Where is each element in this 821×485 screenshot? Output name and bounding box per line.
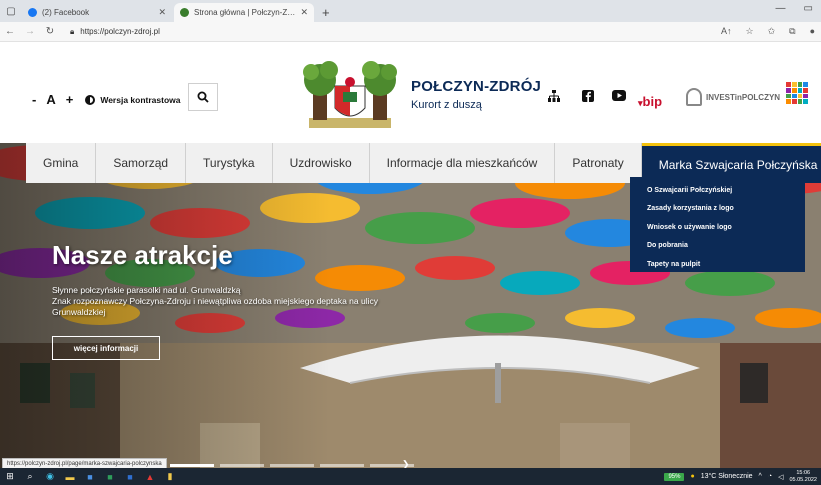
invest-link[interactable]: INVESTinPOLCZYN [686,88,780,106]
close-tab-icon[interactable]: ✕ [158,7,166,18]
windows-start-icon[interactable]: ⊞ [0,468,20,485]
lock-icon: 🔒︎ [70,26,75,36]
url-field[interactable]: 🔒︎ https://polczyn-zdroj.pl [70,27,160,37]
bip-label: bip [642,94,663,109]
browser-tab-facebook[interactable]: (2) Facebook ✕ [22,3,172,22]
invest-label: INVESTinPOLCZYN [706,92,781,102]
dropdown-item-tapety[interactable]: Tapety na pulpit [647,255,805,274]
coat-of-arms-logo[interactable] [299,58,401,132]
read-aloud-icon[interactable]: A↑ [721,26,732,37]
facebook-favicon-icon [28,8,37,17]
battery-indicator[interactable]: 95% [664,472,685,481]
font-increase-button[interactable]: + [66,92,74,107]
favorites-icon[interactable]: ✩ [768,26,776,37]
slider-dot[interactable] [220,464,264,467]
clock[interactable]: 15:06 05.05.2022 [789,470,817,484]
pdf-taskbar-icon[interactable]: ▲ [140,468,160,485]
favorite-star-icon[interactable]: ☆ [746,26,754,37]
sitemap-icon[interactable] [548,90,560,105]
nav-informacje[interactable]: Informacje dla mieszkańców [370,143,556,183]
slider-dot[interactable] [270,464,314,467]
dropdown-item-wniosek[interactable]: Wniosek o używanie logo [647,218,805,237]
window-controls: — ▭ [776,3,813,14]
nav-samorzad[interactable]: Samorząd [96,143,187,183]
invest-logo-icon [686,88,702,106]
word-taskbar-icon[interactable]: ■ [80,468,100,485]
browser-tab-bar: ▢ (2) Facebook ✕ Strona główna | Połczyn… [0,0,821,22]
excel-taskbar-icon[interactable]: ■ [100,468,120,485]
nav-turystyka[interactable]: Turystyka [186,143,273,183]
hero-description-line1: Słynne połczyńskie parasolki nad ul. Gru… [52,285,241,295]
marka-dropdown-menu: O Szwajcarii Połczyńskiej Zasady korzyst… [630,177,805,272]
site-header: - A + Wersja kontrastowa POŁCZYN-ZDRÓJ K… [0,42,821,143]
site-subtitle: Kurort z duszą [411,99,482,111]
edge-taskbar-icon[interactable]: ◉ [40,468,60,485]
hero-title: Nasze atrakcje [52,240,233,270]
restore-icon[interactable]: ▭ [804,3,813,14]
nav-uzdrowisko[interactable]: Uzdrowisko [273,143,370,183]
taskbar: ⊞ ⌕ ◉ ▬ ■ ■ ■ ▲ ▮ 95% ● 13°C Słonecznie … [0,468,821,485]
font-size-button[interactable]: A [46,92,55,107]
polczyn-favicon-icon [180,8,189,17]
outlook-taskbar-icon[interactable]: ■ [120,468,140,485]
tray-chevron-icon[interactable]: ^ [759,473,762,480]
tab-title: (2) Facebook [42,8,90,17]
more-info-button[interactable]: więcej informacji [52,336,160,360]
profile-icon[interactable]: ● [810,26,815,37]
clock-date: 05.05.2022 [789,476,817,483]
nav-patronaty[interactable]: Patronaty [555,143,642,183]
slider-dot[interactable] [320,464,364,467]
close-tab-icon[interactable]: ✕ [300,7,308,18]
dropdown-item-do-pobrania[interactable]: Do pobrania [647,237,805,256]
font-decrease-button[interactable]: - [32,92,36,107]
accessibility-tools: - A + Wersja kontrastowa [32,92,180,107]
browser-toolbar: A↑ ☆ ✩ ⧉ ● [721,26,815,37]
minimize-icon[interactable]: — [776,3,786,14]
volume-icon[interactable]: ◁ [778,473,783,481]
site-title[interactable]: POŁCZYN-ZDRÓJ [411,78,541,95]
contrast-icon[interactable] [85,94,96,105]
facebook-icon[interactable] [582,90,594,105]
weather-text[interactable]: 13°C Słonecznie [701,473,753,480]
clock-time: 15:06 [796,469,811,476]
system-tray: 95% ● 13°C Słonecznie ^ ◔ ◁ 15:06 05.05.… [664,468,817,485]
file-explorer-icon[interactable]: ▬ [60,468,80,485]
collections-icon[interactable]: ⧉ [789,26,795,37]
network-icon[interactable]: ◔ [768,473,772,480]
address-bar: ← → ↻ 🔒︎ https://polczyn-zdroj.pl A↑ ☆ ✩… [0,22,821,42]
browser-tab-polczyn[interactable]: Strona główna | Połczyn-Zdrój ✕ [174,3,314,22]
contrast-toggle[interactable]: Wersja kontrastowa [100,95,180,105]
tab-actions-icon[interactable]: ▢ [0,0,22,22]
back-icon[interactable]: ← [0,26,20,37]
white-parasol-image [300,335,700,403]
slider-indicators [170,464,414,467]
weather-icon: ● [690,473,695,480]
youtube-icon[interactable] [612,90,626,104]
refresh-icon[interactable]: ↻ [40,26,60,37]
dropdown-item-zasady-logo[interactable]: Zasady korzystania z logo [647,200,805,219]
dropdown-item-o-szwajcarii[interactable]: O Szwajcarii Połczyńskiej [647,181,805,200]
url-text: https://polczyn-zdroj.pl [80,27,160,36]
forward-icon[interactable]: → [20,26,40,37]
hero-description-line2: Znak rozpoznawczy Połczyna-Zdroju i niew… [52,296,378,317]
search-taskbar-icon[interactable]: ⌕ [20,468,40,485]
new-tab-button[interactable]: + [316,5,336,22]
bip-link[interactable]: ▾bip [638,94,662,109]
notes-taskbar-icon[interactable]: ▮ [160,468,180,485]
search-icon [197,91,209,103]
szwajcaria-polczynska-logo[interactable] [786,82,808,104]
hero-description: Słynne połczyńskie parasolki nad ul. Gru… [52,285,392,318]
tab-title: Strona główna | Połczyn-Zdrój [194,8,297,17]
nav-gmina[interactable]: Gmina [26,143,97,183]
search-button[interactable] [188,83,218,111]
slider-dot[interactable] [170,464,214,467]
